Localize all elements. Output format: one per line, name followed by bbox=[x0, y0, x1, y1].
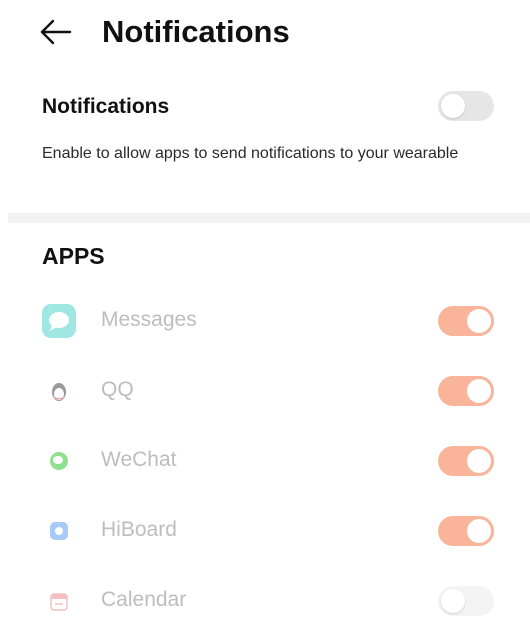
notifications-master-label: Notifications bbox=[42, 95, 170, 118]
qq-icon bbox=[42, 374, 76, 408]
qq-toggle[interactable] bbox=[438, 376, 494, 406]
calendar-toggle[interactable] bbox=[438, 586, 494, 616]
app-label-wechat: WeChat bbox=[101, 448, 177, 471]
header: Notifications bbox=[0, 0, 530, 64]
apps-section-title: APPS bbox=[42, 243, 105, 269]
section-divider bbox=[8, 213, 530, 223]
toggle-knob bbox=[441, 94, 465, 118]
app-label-messages: Messages bbox=[101, 308, 197, 331]
toggle-knob bbox=[441, 589, 465, 613]
page-title: Notifications bbox=[102, 14, 290, 49]
toggle-knob bbox=[467, 449, 491, 473]
toggle-knob bbox=[467, 379, 491, 403]
app-row-hiboard[interactable]: HiBoard bbox=[0, 502, 530, 558]
wechat-toggle[interactable] bbox=[438, 446, 494, 476]
toggle-knob bbox=[467, 309, 491, 333]
notifications-description: Enable to allow apps to send notificatio… bbox=[42, 145, 459, 162]
app-row-qq[interactable]: QQ bbox=[0, 362, 530, 418]
app-label-calendar: Calendar bbox=[101, 588, 187, 611]
app-row-calendar[interactable]: Calendar bbox=[0, 572, 530, 628]
app-row-wechat[interactable]: WeChat bbox=[0, 432, 530, 488]
arrow-left-icon bbox=[40, 19, 72, 45]
notifications-master-row: Notifications bbox=[0, 84, 530, 130]
back-button[interactable] bbox=[36, 12, 76, 52]
toggle-knob bbox=[467, 519, 491, 543]
messages-icon bbox=[42, 304, 76, 338]
app-row-messages[interactable]: Messages bbox=[0, 292, 530, 348]
app-label-qq: QQ bbox=[101, 378, 134, 401]
app-label-hiboard: HiBoard bbox=[101, 518, 177, 541]
wechat-icon bbox=[42, 444, 76, 478]
notifications-master-toggle[interactable] bbox=[438, 91, 494, 121]
calendar-icon bbox=[42, 584, 76, 618]
hiboard-icon bbox=[42, 514, 76, 548]
messages-toggle[interactable] bbox=[438, 306, 494, 336]
hiboard-toggle[interactable] bbox=[438, 516, 494, 546]
